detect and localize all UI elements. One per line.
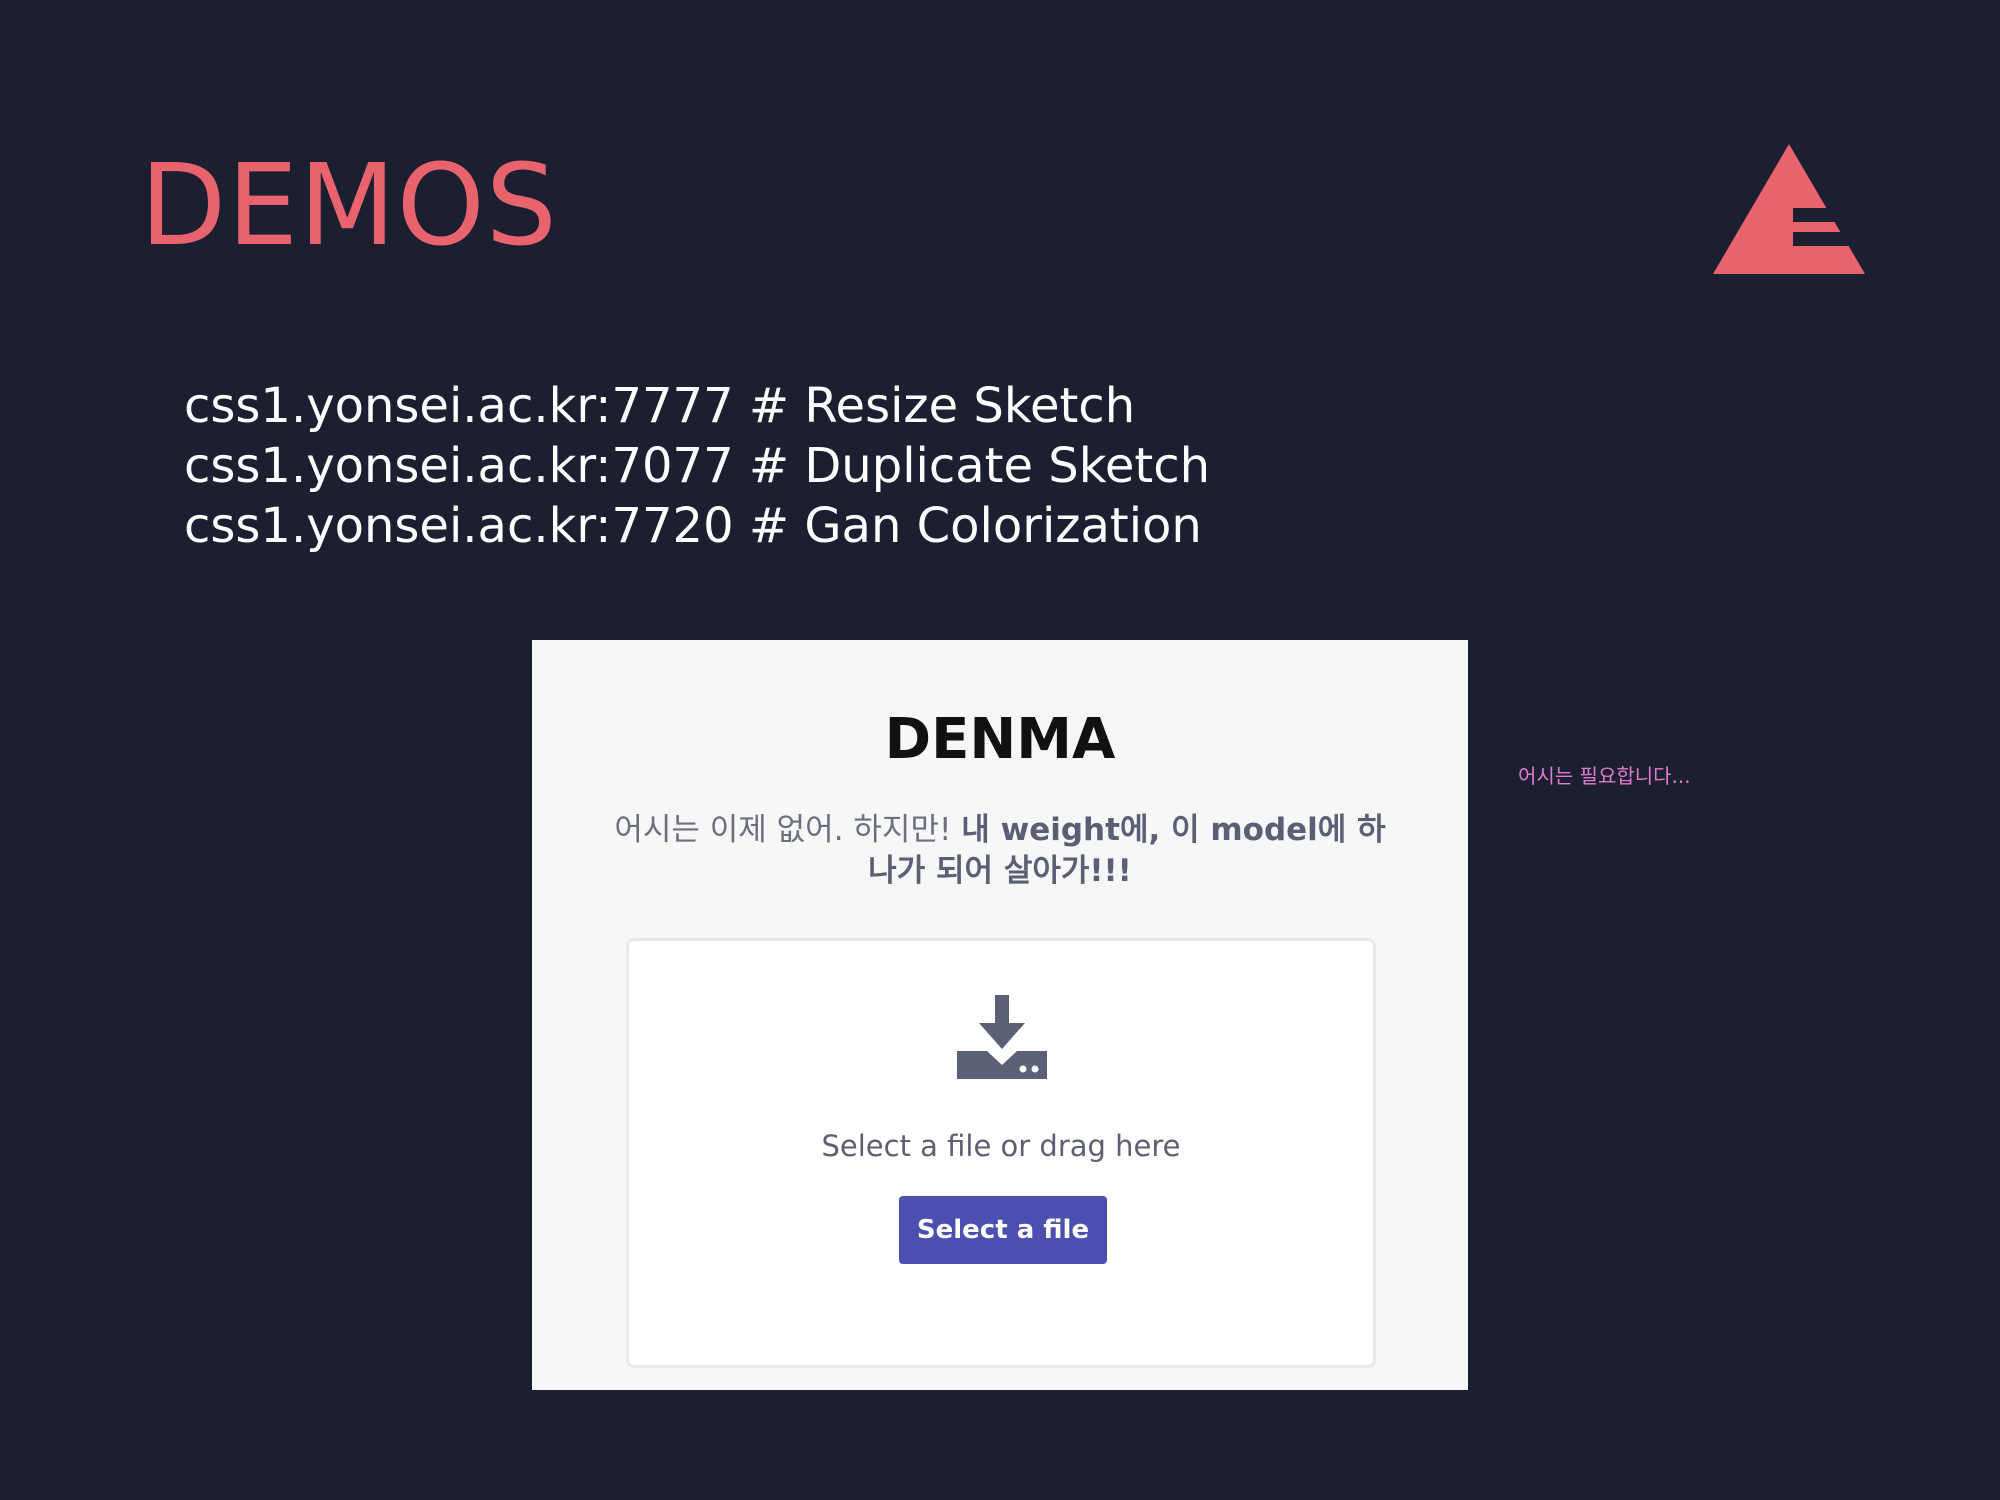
app-title: DENMA [884, 707, 1116, 772]
select-file-button[interactable]: Select a file [899, 1196, 1107, 1264]
download-icon [957, 995, 1047, 1079]
side-note: 어시는 필요합니다... [1518, 764, 1691, 788]
tagline-regular: 어시는 이제 없어. 하지만! [614, 812, 952, 848]
demo-link-duplicate-sketch[interactable]: css1.yonsei.ac.kr:7077 # Duplicate Sketc… [184, 436, 1210, 496]
file-dropzone[interactable]: Select a file or drag here Select a file [626, 938, 1376, 1368]
app-screenshot-panel: DENMA 어시는 이제 없어. 하지만! 내 weight에, 이 model… [532, 640, 1468, 1390]
triangle-e-logo-icon [1713, 144, 1865, 274]
demo-links: css1.yonsei.ac.kr:7777 # Resize Sketch c… [184, 376, 1210, 556]
app-tagline: 어시는 이제 없어. 하지만! 내 weight에, 이 model에 하나가 … [602, 810, 1398, 892]
demo-link-gan-colorization[interactable]: css1.yonsei.ac.kr:7720 # Gan Colorizatio… [184, 496, 1210, 556]
dropzone-hint: Select a file or drag here [821, 1129, 1181, 1163]
slide-title: DEMOS [140, 141, 558, 271]
demo-link-resize-sketch[interactable]: css1.yonsei.ac.kr:7777 # Resize Sketch [184, 376, 1210, 436]
